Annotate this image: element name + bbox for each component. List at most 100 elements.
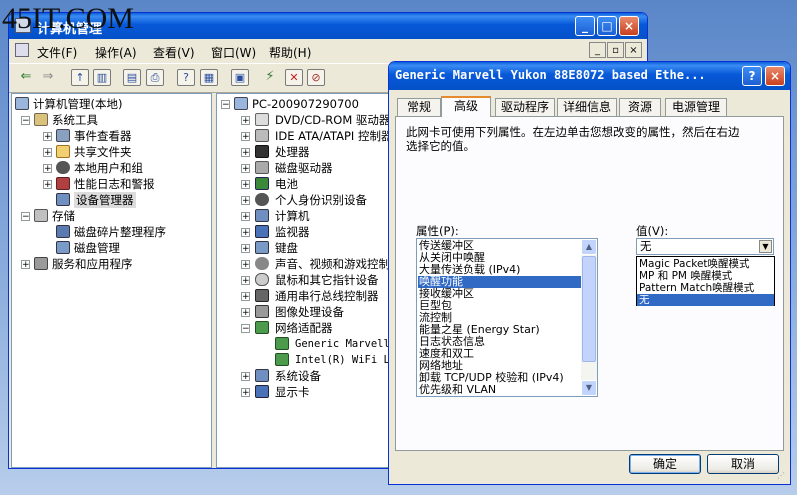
menu-window[interactable]: 窗口(W) <box>211 44 256 61</box>
scroll-thumb[interactable] <box>582 256 596 362</box>
tab-general[interactable]: 常规 <box>397 98 441 116</box>
close-button[interactable]: × <box>619 16 639 36</box>
properties-icon[interactable]: ▤ <box>123 69 141 86</box>
sound-icon <box>255 257 269 270</box>
computer-icon <box>255 209 269 222</box>
tree-item-label: 本地用户和组 <box>74 161 143 175</box>
show-tree-icon[interactable]: ▥ <box>93 69 111 86</box>
expand-toggle[interactable]: + <box>241 372 250 382</box>
advanced-description: 此网卡可使用下列属性。在左边单击您想改变的属性，然后在右边选择它的值。 <box>406 125 740 153</box>
chevron-down-icon[interactable]: ▼ <box>759 240 772 253</box>
expand-toggle[interactable]: + <box>241 260 250 270</box>
tab-advanced[interactable]: 高级 <box>441 96 491 117</box>
dialog-titlebar[interactable]: Generic Marvell Yukon 88E8072 based Ethe… <box>389 62 790 90</box>
expand-toggle[interactable]: + <box>241 148 250 158</box>
minimize-button[interactable]: _ <box>575 16 595 36</box>
property-label: 属性(P): <box>416 224 459 238</box>
expand-toggle[interactable]: + <box>241 212 250 222</box>
device-manager-icon <box>56 193 70 206</box>
device-category-label: 鼠标和其它指针设备 <box>275 273 379 287</box>
tree-item-label: 事件查看器 <box>74 129 132 143</box>
expand-toggle[interactable]: + <box>43 132 52 142</box>
ide-controller-icon <box>255 129 269 142</box>
print-icon[interactable]: ⎙ <box>146 69 164 86</box>
expand-toggle[interactable]: + <box>43 164 52 174</box>
network-adapter-icon <box>255 321 269 334</box>
value-option[interactable]: MP 和 PM 唤醒模式 <box>637 270 774 282</box>
mdi-restore-button[interactable]: ▫ <box>607 42 624 58</box>
mdi-minimize-button[interactable]: _ <box>589 42 606 58</box>
usb-icon <box>255 289 269 302</box>
disable-device-icon[interactable]: ⊘ <box>307 69 325 86</box>
value-combobox[interactable]: 无 ▼ <box>636 238 774 255</box>
value-option[interactable]: Pattern Match唤醒模式 <box>637 282 774 294</box>
services-icon <box>34 257 48 270</box>
expand-toggle[interactable]: + <box>241 116 250 126</box>
property-list[interactable]: 传送缓冲区 从关闭中唤醒 大量传送负载 (IPv4) 唤醒功能 接收缓冲区 巨型… <box>416 238 598 397</box>
system-devices-icon <box>255 369 269 382</box>
help-button[interactable]: ? <box>742 66 762 86</box>
value-dropdown-list[interactable]: Magic Packet唤醒模式 MP 和 PM 唤醒模式 Pattern Ma… <box>636 256 775 306</box>
device-category-label: 图像处理设备 <box>275 305 344 319</box>
help-icon[interactable]: ? <box>177 69 195 86</box>
expand-toggle[interactable]: + <box>43 180 52 190</box>
collapse-toggle[interactable]: − <box>221 100 230 110</box>
expand-toggle[interactable]: + <box>241 164 250 174</box>
mdi-close-button[interactable]: × <box>625 42 642 58</box>
expand-toggle[interactable]: + <box>241 196 250 206</box>
expand-toggle[interactable]: + <box>241 228 250 238</box>
adapter-properties-dialog: Generic Marvell Yukon 88E8072 based Ethe… <box>388 61 791 485</box>
tree-item-label: 性能日志和警报 <box>74 177 155 191</box>
maximize-button[interactable]: □ <box>597 16 617 36</box>
up-level-icon[interactable]: ↑ <box>71 69 89 86</box>
forward-arrow-icon[interactable]: ⇒ <box>39 69 57 86</box>
device-category-label: 计算机 <box>275 209 310 223</box>
ok-button[interactable]: 确定 <box>629 454 701 474</box>
expand-toggle[interactable]: + <box>241 244 250 254</box>
device-root-label: PC-200907290700 <box>252 97 359 111</box>
collapse-toggle[interactable]: − <box>21 212 30 222</box>
expand-toggle[interactable]: + <box>241 308 250 318</box>
menu-file[interactable]: 文件(F) <box>37 44 77 61</box>
back-arrow-icon[interactable]: ⇐ <box>17 69 35 86</box>
expand-toggle[interactable]: + <box>241 388 250 398</box>
resize-grip-icon[interactable]: ⋰ <box>777 471 787 481</box>
device-category-label: 声音、视频和游戏控制器 <box>275 257 402 271</box>
property-item[interactable]: 优先级和 VLAN <box>419 384 496 396</box>
expand-toggle[interactable]: + <box>241 276 250 286</box>
dialog-title: Generic Marvell Yukon 88E8072 based Ethe… <box>395 68 706 82</box>
expand-toggle[interactable]: + <box>241 180 250 190</box>
action-pane-icon[interactable]: ▦ <box>200 69 218 86</box>
expand-toggle[interactable]: + <box>241 132 250 142</box>
cancel-button[interactable]: 取消 <box>707 454 779 474</box>
menu-action[interactable]: 操作(A) <box>95 44 137 61</box>
defrag-icon <box>56 225 70 238</box>
tree-item-label: 磁盘碎片整理程序 <box>74 225 166 239</box>
update-driver-icon[interactable]: ⚡ <box>261 69 279 86</box>
collapse-toggle[interactable]: − <box>241 324 250 334</box>
property-list-scrollbar[interactable]: ▲ ▼ <box>581 239 597 396</box>
expand-toggle[interactable]: + <box>241 292 250 302</box>
tab-driver[interactable]: 驱动程序 <box>495 98 555 116</box>
menu-view[interactable]: 查看(V) <box>153 44 195 61</box>
tab-details[interactable]: 详细信息 <box>557 98 617 116</box>
uninstall-icon[interactable]: ✕ <box>285 69 303 86</box>
tab-resources[interactable]: 资源 <box>619 98 661 116</box>
value-option-selected[interactable]: 无 <box>637 294 774 306</box>
expand-toggle[interactable]: + <box>43 148 52 158</box>
expand-toggle[interactable]: + <box>21 260 30 270</box>
scan-hardware-icon[interactable]: ▣ <box>231 69 249 86</box>
tab-power-management[interactable]: 电源管理 <box>665 98 727 116</box>
scroll-up-icon[interactable]: ▲ <box>581 239 597 255</box>
menu-help[interactable]: 帮助(H) <box>269 44 311 61</box>
value-option[interactable]: Magic Packet唤醒模式 <box>637 258 774 270</box>
device-category-label: 处理器 <box>275 145 310 159</box>
collapse-toggle[interactable]: − <box>21 116 30 126</box>
value-combobox-text: 无 <box>640 239 652 253</box>
menu-bar: 文件(F) 操作(A) 查看(V) 窗口(W) 帮助(H) _ ▫ × <box>9 40 647 62</box>
personal-id-icon <box>255 193 269 206</box>
scroll-down-icon[interactable]: ▼ <box>581 380 597 396</box>
dialog-close-button[interactable]: × <box>765 66 785 86</box>
monitor-icon <box>255 225 269 238</box>
processor-icon <box>255 145 269 158</box>
